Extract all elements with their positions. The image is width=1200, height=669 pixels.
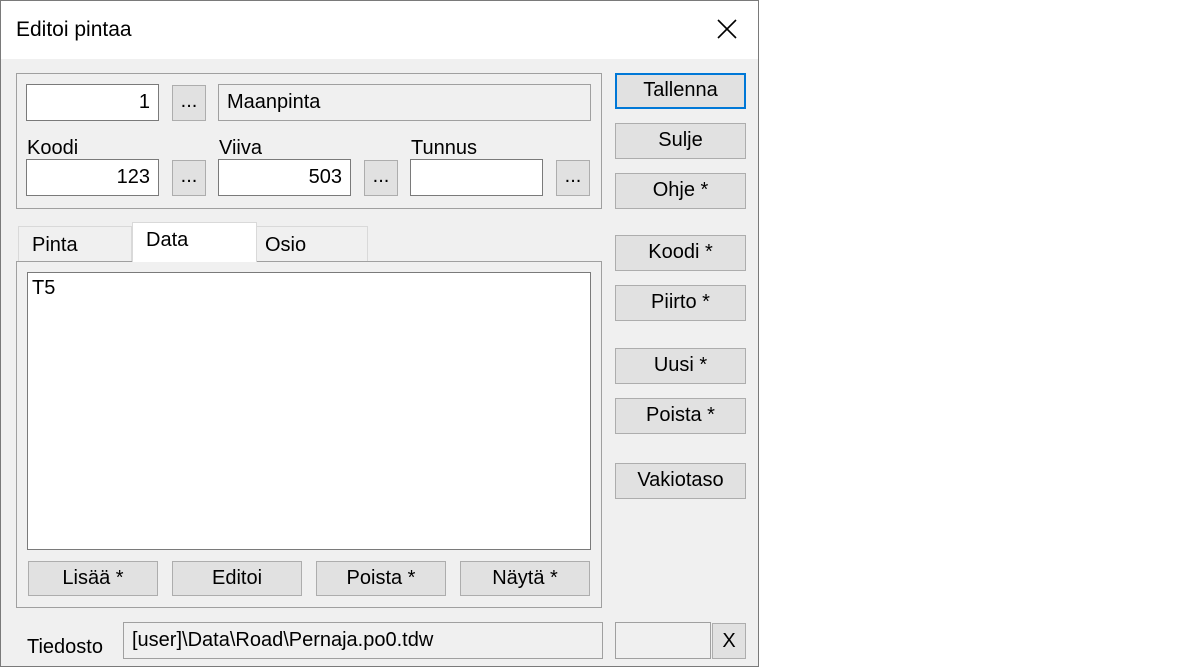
surface-browse-button[interactable]: ... [172, 85, 206, 121]
close-window-button[interactable] [707, 9, 747, 49]
file-label: Tiedosto [27, 636, 103, 658]
edit-surface-dialog: Editoi pintaa 1 ... Maanpinta Koodi Viiv… [0, 0, 759, 667]
delete-button[interactable]: Poista * [615, 398, 746, 434]
koodi-input[interactable]: 123 [26, 159, 159, 196]
surface-number-field[interactable]: 1 [26, 84, 159, 121]
code-button[interactable]: Koodi * [615, 235, 746, 271]
data-listbox[interactable]: T5 [27, 272, 591, 550]
tab-osio[interactable]: Osio [256, 226, 368, 261]
save-button[interactable]: Tallenna [615, 73, 746, 109]
close-icon [717, 19, 737, 39]
viiva-browse-button[interactable]: ... [364, 160, 398, 196]
new-button[interactable]: Uusi * [615, 348, 746, 384]
tab-data[interactable]: Data [132, 222, 257, 262]
title-bar: Editoi pintaa [1, 1, 758, 59]
show-data-button[interactable]: Näytä * [460, 561, 590, 596]
koodi-label: Koodi [27, 137, 79, 159]
file-extra-field [615, 622, 711, 659]
list-item[interactable]: T5 [32, 277, 55, 300]
close-button[interactable]: Sulje [615, 123, 746, 159]
help-button[interactable]: Ohje * [615, 173, 746, 209]
tab-pinta[interactable]: Pinta [18, 226, 132, 261]
remove-data-button[interactable]: Poista * [316, 561, 446, 596]
viiva-label: Viiva [219, 137, 262, 159]
draw-button[interactable]: Piirto * [615, 285, 746, 321]
edit-data-button[interactable]: Editoi [172, 561, 302, 596]
surface-name-field: Maanpinta [218, 84, 591, 121]
clear-file-button[interactable]: X [712, 623, 746, 659]
tunnus-input[interactable] [410, 159, 543, 196]
file-path-field: [user]\Data\Road\Pernaja.po0.tdw [123, 622, 603, 659]
dialog-title: Editoi pintaa [16, 18, 132, 41]
viiva-input[interactable]: 503 [218, 159, 351, 196]
standard-level-button[interactable]: Vakiotaso [615, 463, 746, 499]
tunnus-browse-button[interactable]: ... [556, 160, 590, 196]
add-data-button[interactable]: Lisää * [28, 561, 158, 596]
tunnus-label: Tunnus [411, 137, 477, 159]
koodi-browse-button[interactable]: ... [172, 160, 206, 196]
